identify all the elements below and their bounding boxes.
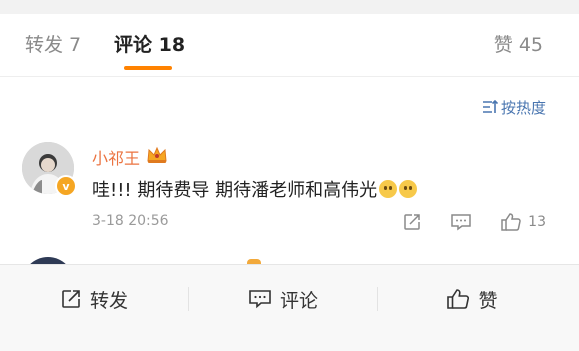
tab-like[interactable]: 赞 45 <box>494 32 543 58</box>
comment-avatar[interactable]: v <box>22 142 77 197</box>
tab-comment[interactable]: 评论 18 <box>114 32 185 58</box>
username-text: 小祁王 <box>92 149 141 168</box>
tab-bar: 转发 7 评论 18 赞 45 <box>0 14 579 77</box>
comment-button[interactable]: 评论 <box>189 265 377 333</box>
comment-body: 哇!!! 期待费导 期待潘老师和高伟光 <box>92 180 378 201</box>
comment-actions: 13 <box>402 211 546 233</box>
emoji-icon <box>379 180 398 198</box>
verified-badge-letter: v <box>62 179 70 193</box>
comment-like-count: 13 <box>528 214 546 230</box>
comment-icon <box>248 288 272 310</box>
tab-repost[interactable]: 转发 7 <box>25 32 81 58</box>
sort-label: 按热度 <box>500 98 546 117</box>
bottom-safe-area <box>0 332 579 351</box>
like-comment-button[interactable]: 13 <box>500 212 546 232</box>
comment-text: 哇!!! 期待费导 期待潘老师和高伟光 <box>92 176 418 202</box>
comment-username[interactable]: 小祁王 <box>92 146 168 168</box>
reply-comment-button[interactable] <box>450 212 472 232</box>
like-button[interactable]: 赞 <box>378 265 566 333</box>
comment-timestamp: 3-18 20:56 <box>92 213 169 229</box>
thumbs-up-icon <box>500 212 522 232</box>
comment-label: 评论 <box>279 289 318 312</box>
emoji-icon <box>399 180 418 198</box>
top-strip <box>0 0 579 14</box>
active-tab-indicator <box>124 66 172 70</box>
repost-button[interactable]: 转发 <box>0 265 188 333</box>
repost-icon <box>60 288 82 310</box>
sort-by-hot-button[interactable]: 按热度 <box>482 96 546 118</box>
sort-icon <box>482 99 498 115</box>
share-comment-button[interactable] <box>402 212 422 232</box>
thumbs-up-icon <box>446 288 470 310</box>
crown-icon <box>146 145 168 169</box>
comment-icon <box>450 212 472 232</box>
bottom-action-bar: 转发 评论 赞 <box>0 264 579 333</box>
repost-label: 转发 <box>89 289 128 312</box>
share-icon <box>402 212 422 232</box>
verified-badge-icon: v <box>55 175 77 197</box>
like-label: 赞 <box>478 289 498 312</box>
